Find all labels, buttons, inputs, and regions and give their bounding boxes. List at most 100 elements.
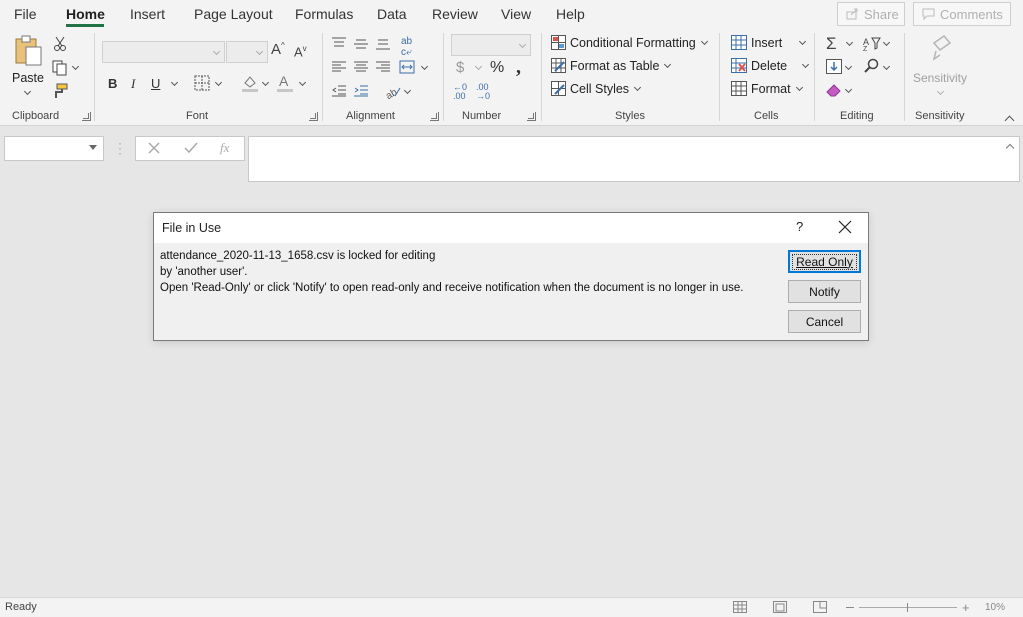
dialog-message-line-1: attendance_2020-11-13_1658.csv is locked… [160, 250, 436, 262]
status-bar: Ready + 10% [0, 597, 1023, 617]
help-icon[interactable]: ? [796, 219, 803, 234]
alignment-launcher-icon[interactable] [430, 112, 439, 121]
clear-icon[interactable] [826, 83, 842, 97]
wrap-text-icon[interactable]: ab c⤶ [401, 36, 412, 58]
number-format-dropdown[interactable] [451, 34, 531, 56]
decrease-indent-icon[interactable] [332, 85, 346, 97]
paste-label: Paste [12, 71, 44, 85]
autosum-icon[interactable]: Σ [826, 34, 837, 54]
normal-view-icon[interactable] [733, 601, 747, 613]
read-only-label: Read Only [792, 253, 857, 270]
tab-view[interactable]: View [501, 6, 531, 22]
separator [541, 33, 542, 121]
number-launcher-icon[interactable] [527, 112, 536, 121]
format-as-table-button[interactable]: Format as Table [551, 58, 672, 73]
zoom-out-icon[interactable] [846, 607, 854, 608]
read-only-button[interactable]: Read Only [788, 250, 861, 273]
fill-icon[interactable] [826, 59, 842, 74]
paste-dropdown-chevron-icon [23, 87, 32, 96]
increase-font-size-icon[interactable]: A^ [271, 41, 285, 58]
tab-data[interactable]: Data [377, 6, 407, 22]
insert-cells-chevron-icon [799, 37, 807, 45]
comma-style-icon[interactable]: , [516, 56, 521, 79]
align-bottom-icon[interactable] [376, 38, 390, 50]
formula-input[interactable] [248, 136, 1020, 182]
format-cells-button[interactable]: Format [731, 81, 803, 96]
conditional-formatting-label: Conditional Formatting [570, 35, 696, 50]
font-group-label: Font [186, 110, 209, 122]
cancel-button[interactable]: Cancel [788, 310, 861, 333]
align-top-icon[interactable] [332, 37, 346, 49]
increase-indent-icon[interactable] [354, 85, 368, 97]
align-center-icon[interactable] [354, 61, 368, 73]
tab-help[interactable]: Help [556, 6, 585, 22]
borders-icon[interactable] [194, 75, 210, 91]
align-left-icon[interactable] [332, 61, 346, 73]
font-size-dropdown[interactable] [226, 41, 268, 63]
cell-styles-label: Cell Styles [570, 81, 630, 96]
increase-decimal-icon[interactable]: ←0.00 [453, 83, 467, 101]
orientation-icon[interactable]: ab [384, 84, 401, 102]
tab-home[interactable]: Home [66, 6, 105, 22]
delete-cells-button[interactable]: Delete [731, 58, 810, 73]
separator [94, 33, 95, 121]
tab-formulas[interactable]: Formulas [295, 6, 353, 22]
conditional-formatting-button[interactable]: Conditional Formatting [551, 35, 708, 50]
delete-cells-chevron-icon [802, 60, 810, 68]
clipboard-launcher-icon[interactable] [82, 112, 91, 121]
decrease-font-size-icon[interactable]: Av [294, 44, 307, 59]
confirm-entry-icon[interactable] [184, 142, 198, 154]
format-cells-label: Format [751, 81, 791, 96]
notify-button[interactable]: Notify [788, 280, 861, 303]
underline-icon[interactable]: U [151, 76, 160, 91]
decrease-decimal-icon[interactable]: .00 →0 [476, 83, 490, 101]
share-button[interactable]: Share [837, 2, 905, 26]
close-icon[interactable] [838, 220, 852, 234]
merge-center-icon[interactable] [399, 60, 415, 74]
copy-icon[interactable] [50, 60, 70, 76]
formula-bar-grip-icon[interactable]: · · · [118, 137, 122, 159]
cut-icon[interactable] [52, 36, 68, 52]
insert-cells-button[interactable]: Insert [731, 35, 807, 50]
cells-group-label: Cells [754, 110, 779, 122]
italic-icon[interactable]: I [131, 76, 135, 92]
comments-button[interactable]: Comments [913, 2, 1011, 26]
percent-style-icon[interactable]: % [490, 59, 504, 77]
page-break-view-icon[interactable] [813, 601, 827, 613]
font-color-icon[interactable]: A [277, 73, 293, 92]
find-select-icon[interactable] [864, 58, 880, 74]
paste-button[interactable]: Paste [10, 35, 46, 99]
name-box[interactable] [4, 136, 104, 161]
align-middle-icon[interactable] [354, 38, 368, 50]
page-layout-view-icon[interactable] [773, 601, 787, 613]
bold-icon[interactable]: B [108, 76, 117, 91]
zoom-slider[interactable] [859, 607, 957, 608]
cell-styles-button[interactable]: Cell Styles [551, 81, 642, 96]
tab-page-layout[interactable]: Page Layout [194, 6, 273, 22]
align-right-icon[interactable] [376, 61, 390, 73]
active-tab-indicator [66, 24, 104, 27]
fill-color-icon[interactable] [241, 74, 259, 92]
cell-styles-icon [551, 81, 566, 96]
sensitivity-group-label: Sensitivity [915, 110, 965, 122]
sensitivity-button[interactable]: Sensitivity [912, 33, 970, 99]
font-name-dropdown[interactable] [102, 41, 225, 63]
tab-insert[interactable]: Insert [130, 6, 165, 22]
zoom-slider-thumb[interactable] [907, 603, 908, 612]
tab-review[interactable]: Review [432, 6, 478, 22]
sort-filter-icon[interactable]: AZ [863, 35, 881, 53]
zoom-level[interactable]: 10% [985, 602, 1005, 613]
separator [814, 33, 815, 121]
zoom-in-icon[interactable]: + [962, 600, 970, 615]
cancel-entry-icon[interactable] [148, 142, 160, 154]
format-painter-icon[interactable] [51, 83, 69, 99]
sensitivity-dropdown-chevron-icon [936, 87, 945, 96]
clipboard-group-label: Clipboard [12, 110, 60, 122]
format-cells-chevron-icon [795, 83, 803, 91]
accounting-format-icon[interactable]: $ [456, 59, 464, 76]
expand-formula-bar-icon[interactable] [1005, 143, 1015, 153]
insert-function-icon[interactable]: fx [220, 140, 229, 156]
tab-file[interactable]: File [14, 6, 37, 22]
font-launcher-icon[interactable] [309, 112, 318, 121]
svg-text:Z: Z [863, 46, 868, 53]
